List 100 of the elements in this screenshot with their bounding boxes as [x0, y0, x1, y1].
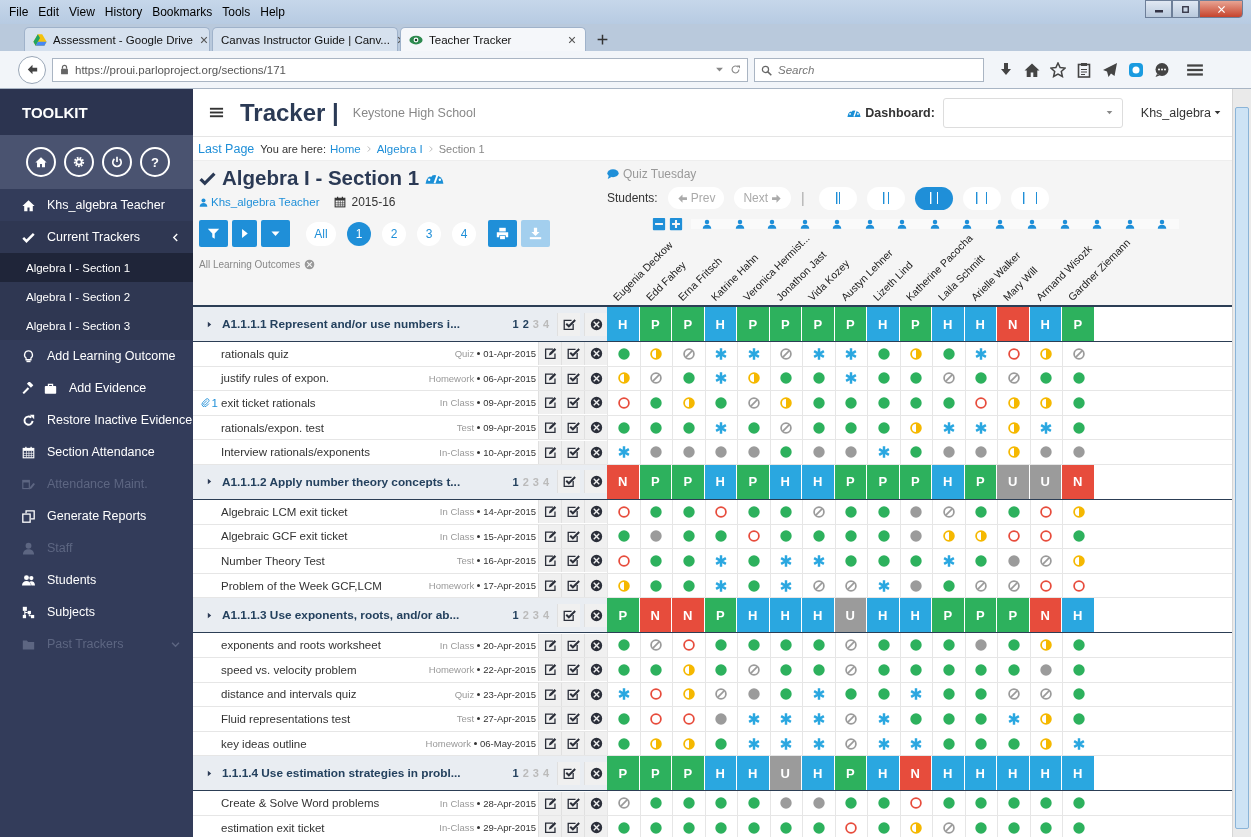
evidence-title[interactable]: rationals quiz	[221, 347, 289, 360]
evidence-title[interactable]: Problem of the Week GCF,LCM	[221, 579, 382, 592]
menu-item[interactable]: Edit	[33, 5, 65, 19]
nav-group[interactable]: Current Trackers	[0, 221, 193, 253]
score-cell: P	[639, 307, 671, 341]
user-menu[interactable]: Khs_algebra	[1140, 105, 1211, 120]
nav-item[interactable]: Students	[0, 564, 193, 596]
menu-item[interactable]: View	[64, 5, 100, 19]
nav-subitem[interactable]: Algebra I - Section 1	[0, 253, 193, 282]
filter-tag: All Learning Outcomes	[199, 259, 301, 270]
browser-tab[interactable]: Canvas Instructor Guide | Canv...	[212, 27, 398, 51]
level-tab[interactable]: 3	[417, 221, 441, 246]
score-cell: H	[802, 598, 834, 633]
breadcrumb-link[interactable]: Algebra I	[376, 142, 423, 155]
level-tab[interactable]: 4	[452, 221, 476, 246]
score-cell: H	[932, 756, 964, 791]
evidence-date: 16-Apr-2015	[483, 555, 536, 567]
evidence-date: 06-Apr-2015	[483, 372, 536, 384]
level-tab[interactable]: 2	[382, 221, 406, 246]
score-cell: P	[802, 307, 834, 341]
level-number[interactable]: 1	[512, 475, 519, 488]
menu-item[interactable]: Help	[255, 5, 290, 19]
evidence-title[interactable]: speed vs. velocity problem	[221, 663, 357, 676]
menu-item[interactable]: Tools	[217, 5, 256, 19]
score-cell: H	[1029, 756, 1061, 791]
level-number[interactable]: 1	[512, 318, 519, 330]
evidence-type: Test	[456, 555, 475, 567]
evidence-title[interactable]: distance and intervals quiz	[221, 688, 357, 701]
evidence-date: 09-Apr-2015	[483, 422, 536, 434]
evidence-title[interactable]: key ideas outline	[221, 737, 307, 750]
evidence-title[interactable]: exponents and roots worksheet	[221, 639, 381, 652]
evidence-date: 27-Apr-2015	[483, 713, 536, 725]
score-cell: H	[867, 598, 899, 633]
score-cell: P	[769, 307, 801, 341]
score-cell: P	[964, 598, 996, 633]
last-page-link[interactable]: Last Page	[198, 141, 255, 156]
evidence-date: 22-Apr-2015	[483, 664, 536, 676]
nav-item[interactable]: Restore Inactive Evidence	[0, 404, 193, 436]
score-cell: H	[1062, 756, 1094, 791]
evidence-type: In Class	[439, 530, 475, 542]
score-cell: P	[704, 598, 736, 633]
search-field[interactable]: Search	[754, 57, 984, 82]
evidence-title[interactable]: Fluid representations test	[221, 712, 351, 725]
score-cell: H	[1029, 307, 1061, 341]
level-number[interactable]: 1	[512, 767, 519, 780]
outcome-title[interactable]: A1.1.1.1 Represent and/or use numbers i...	[222, 317, 460, 331]
breadcrumb-link[interactable]: Home	[329, 142, 361, 155]
note-text: Quiz Tuesday	[623, 166, 697, 181]
score-cell: H	[607, 307, 639, 341]
outcome-title[interactable]: A1.1.1.3 Use exponents, roots, and/or ab...	[222, 608, 460, 623]
menu-item[interactable]: File	[4, 5, 34, 19]
evidence-type: Test	[456, 422, 475, 434]
score-cell: H	[932, 307, 964, 341]
address-field[interactable]: https://proui.parloproject.org/sections/171	[52, 57, 748, 82]
score-cell: P	[997, 598, 1029, 633]
score-cell: N	[1029, 598, 1061, 633]
menu-item[interactable]: Bookmarks	[147, 5, 218, 19]
evidence-title[interactable]: exit ticket rationals	[221, 397, 316, 409]
evidence-title[interactable]: Algebraic GCF exit ticket	[221, 530, 348, 543]
score-cell: P	[1062, 307, 1094, 341]
evidence-title[interactable]: Number Theory Test	[221, 554, 325, 567]
evidence-title[interactable]: justify rules of expon.	[221, 372, 330, 385]
score-cell: H	[802, 756, 834, 791]
evidence-title[interactable]: Create & Solve Word problems	[221, 797, 380, 810]
score-cell: H	[867, 756, 899, 791]
menu-item[interactable]: History	[99, 5, 148, 19]
nav-subitem[interactable]: Algebra I - Section 2	[0, 282, 193, 311]
evidence-type: In-Class	[439, 446, 475, 458]
evidence-date: 14-Apr-2015	[483, 506, 536, 518]
nav-item[interactable]: Generate Reports	[0, 500, 193, 532]
sidebar-title: TOOLKIT	[0, 89, 193, 135]
browser-tab[interactable]: Teacher Tracker	[400, 27, 586, 51]
nav-item[interactable]: Add Evidence	[0, 372, 193, 404]
score-cell: H	[704, 756, 736, 791]
score-cell: P	[834, 464, 866, 499]
outcome-title[interactable]: A1.1.1.2 Apply number theory concepts t...	[222, 474, 461, 489]
section-title: Algebra I - Section 1	[222, 166, 420, 190]
browser-tab[interactable]: Assessment - Google Drive	[24, 27, 210, 51]
evidence-title[interactable]: estimation exit ticket	[221, 821, 325, 834]
evidence-title[interactable]: rationals/expon. test	[221, 421, 324, 434]
score-cell: H	[737, 756, 769, 791]
score-cell: U	[1029, 464, 1061, 499]
nav-subitem[interactable]: Algebra I - Section 3	[0, 311, 193, 340]
score-cell: P	[932, 598, 964, 633]
nav-item[interactable]: Khs_algebra Teacher	[0, 189, 193, 221]
evidence-title[interactable]: Interview rationals/exponents	[221, 446, 370, 459]
level-number[interactable]: 1	[512, 609, 519, 622]
help-button[interactable]: ?	[140, 147, 170, 177]
nav-item[interactable]: Section Attendance	[0, 436, 193, 468]
score-cell: P	[737, 307, 769, 341]
level-tab[interactable]: All	[306, 221, 336, 246]
level-number[interactable]: 2	[522, 318, 529, 330]
level-tab[interactable]: 1	[347, 221, 371, 246]
attachment-count[interactable]: 1	[211, 397, 218, 409]
nav-item[interactable]: Add Learning Outcome	[0, 340, 193, 372]
evidence-title[interactable]: Algebraic LCM exit ticket	[221, 505, 348, 518]
nav-item[interactable]: Subjects	[0, 596, 193, 628]
outcome-title[interactable]: 1.1.1.4 Use estimation strategies in probl...	[222, 766, 461, 781]
evidence-date: 23-Apr-2015	[483, 688, 536, 700]
score-cell: P	[607, 756, 639, 791]
